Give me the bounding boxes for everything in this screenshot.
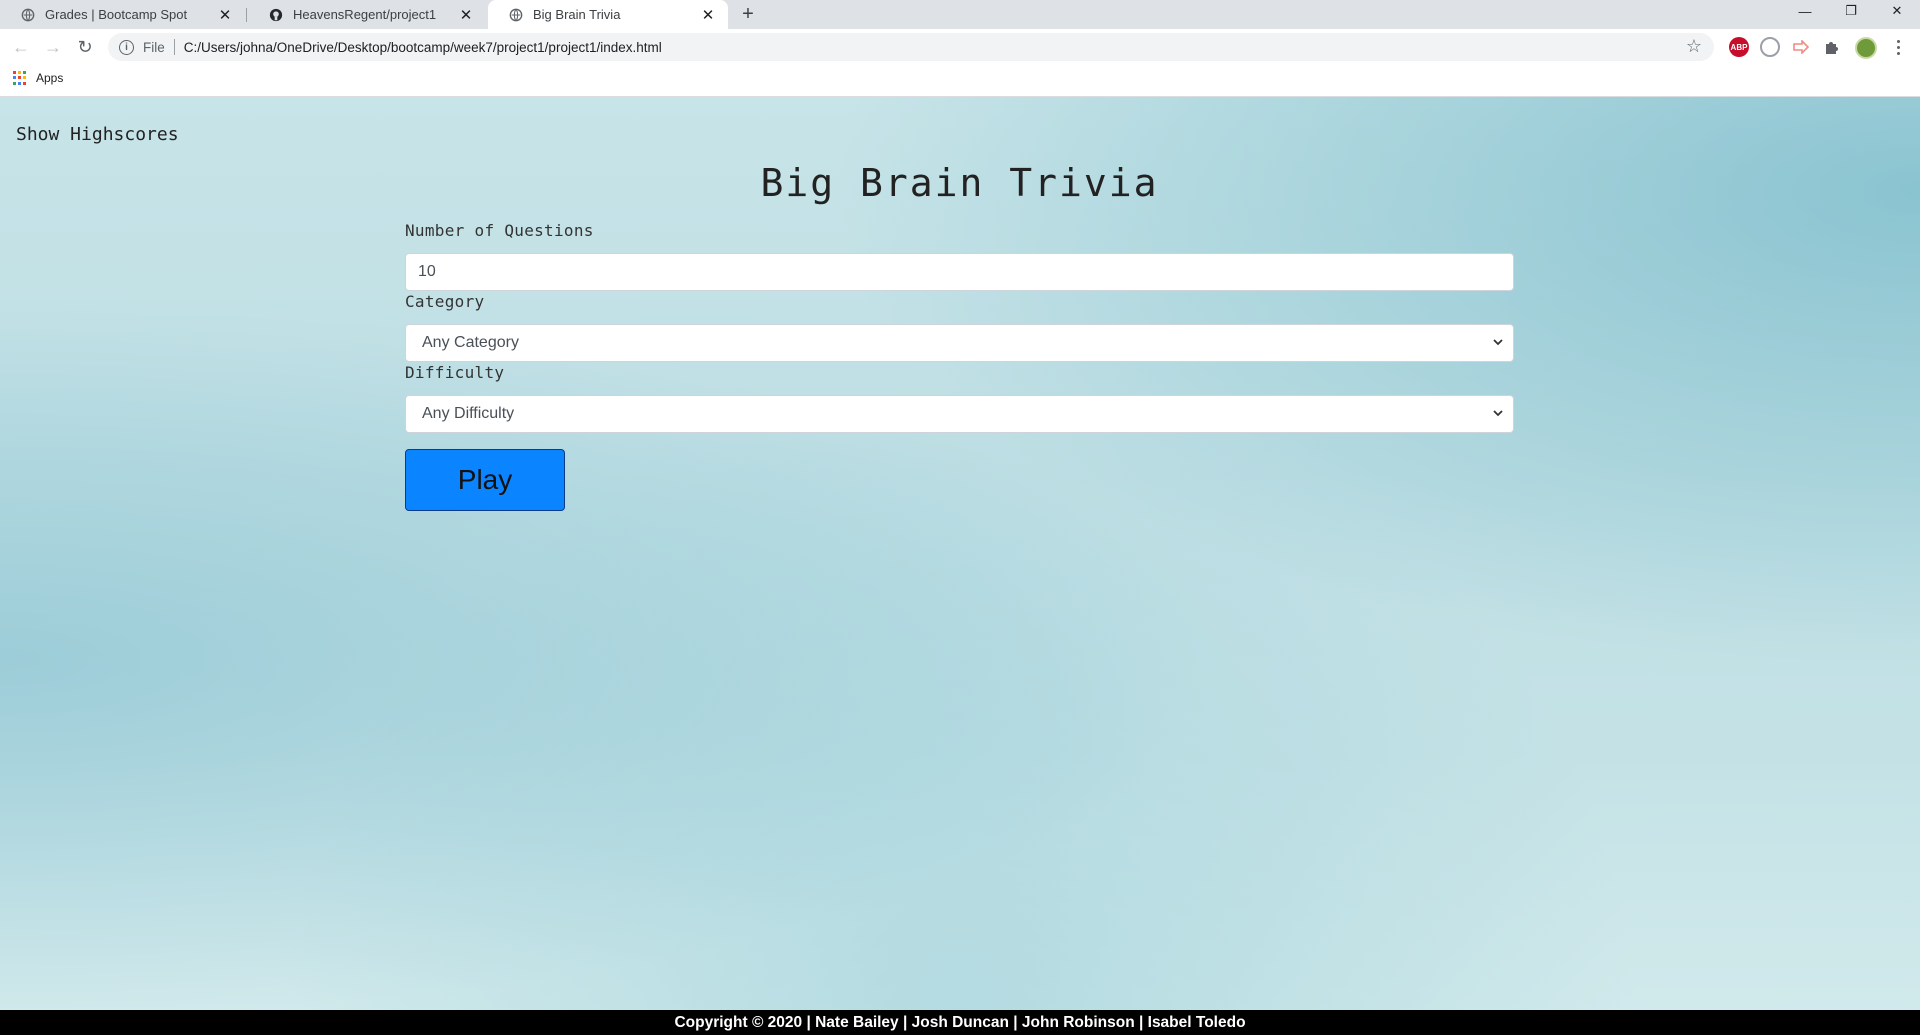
tab-github[interactable]: HeavensRegent/project1 ✕ <box>248 0 486 29</box>
back-arrow-icon[interactable]: ← <box>8 34 34 60</box>
difficulty-select[interactable]: Any Difficulty <box>405 395 1514 433</box>
bookmarks-bar: Apps <box>0 65 1920 97</box>
apps-shortcut[interactable]: Apps <box>13 71 63 85</box>
new-tab-button[interactable]: + <box>736 2 760 26</box>
adblock-icon[interactable]: ABP <box>1729 37 1749 57</box>
extension-grey-icon[interactable] <box>1760 37 1780 57</box>
browser-toolbar: ← → ↻ i File C:/Users/johna/OneDrive/Des… <box>0 29 1920 65</box>
close-icon[interactable]: ✕ <box>700 7 716 24</box>
page-viewport: Show Highscores Big Brain Trivia Number … <box>0 97 1920 1035</box>
close-icon[interactable]: ✕ <box>458 7 474 24</box>
apps-label: Apps <box>36 71 64 85</box>
category-selected-value: Any Category <box>422 334 519 351</box>
play-button[interactable]: Play <box>405 449 565 511</box>
browser-tab-strip: Grades | Bootcamp Spot ✕ HeavensRegent/p… <box>0 0 1920 29</box>
tab-separator <box>246 8 247 22</box>
forward-arrow-icon[interactable]: → <box>40 34 66 60</box>
difficulty-selected-value: Any Difficulty <box>422 405 515 422</box>
globe-icon <box>509 8 523 21</box>
globe-icon <box>21 8 35 21</box>
url-text[interactable]: C:/Users/johna/OneDrive/Desktop/bootcamp… <box>184 40 662 55</box>
scheme-label: File <box>143 39 165 55</box>
num-questions-value: 10 <box>418 263 436 280</box>
info-icon[interactable]: i <box>119 39 134 55</box>
tab-title: HeavensRegent/project1 <box>293 7 437 22</box>
chevron-down-icon <box>1493 339 1503 346</box>
extension-red-arrow-icon[interactable] <box>1791 37 1811 57</box>
category-label: Category <box>405 292 485 311</box>
difficulty-label: Difficulty <box>405 363 505 382</box>
page-title: Big Brain Trivia <box>760 161 1159 205</box>
puzzle-icon[interactable] <box>1822 37 1842 57</box>
restore-icon[interactable]: ❐ <box>1828 0 1874 22</box>
num-questions-label: Number of Questions <box>405 221 594 240</box>
star-icon[interactable]: ☆ <box>1686 36 1702 57</box>
tab-grades[interactable]: Grades | Bootcamp Spot ✕ <box>0 0 245 29</box>
github-icon <box>269 8 283 21</box>
close-icon[interactable]: ✕ <box>217 7 233 24</box>
show-highscores-link[interactable]: Show Highscores <box>16 124 179 145</box>
reload-icon[interactable]: ↻ <box>72 34 98 60</box>
kebab-menu-icon[interactable] <box>1891 35 1905 59</box>
tab-big-brain-trivia[interactable]: Big Brain Trivia ✕ <box>488 0 728 29</box>
footer-copyright: Copyright © 2020 | Nate Bailey | Josh Du… <box>0 1010 1920 1035</box>
tab-title: Grades | Bootcamp Spot <box>45 7 188 22</box>
profile-avatar[interactable] <box>1855 37 1877 59</box>
chevron-down-icon <box>1493 410 1503 417</box>
category-select[interactable]: Any Category <box>405 324 1514 362</box>
address-bar[interactable]: i File C:/Users/johna/OneDrive/Desktop/b… <box>108 33 1714 61</box>
close-window-icon[interactable]: ✕ <box>1874 0 1920 22</box>
tab-title: Big Brain Trivia <box>533 7 621 22</box>
num-questions-input[interactable]: 10 <box>405 253 1514 291</box>
minimize-icon[interactable]: — <box>1782 0 1828 22</box>
apps-grid-icon <box>13 71 27 85</box>
address-divider <box>173 39 175 55</box>
